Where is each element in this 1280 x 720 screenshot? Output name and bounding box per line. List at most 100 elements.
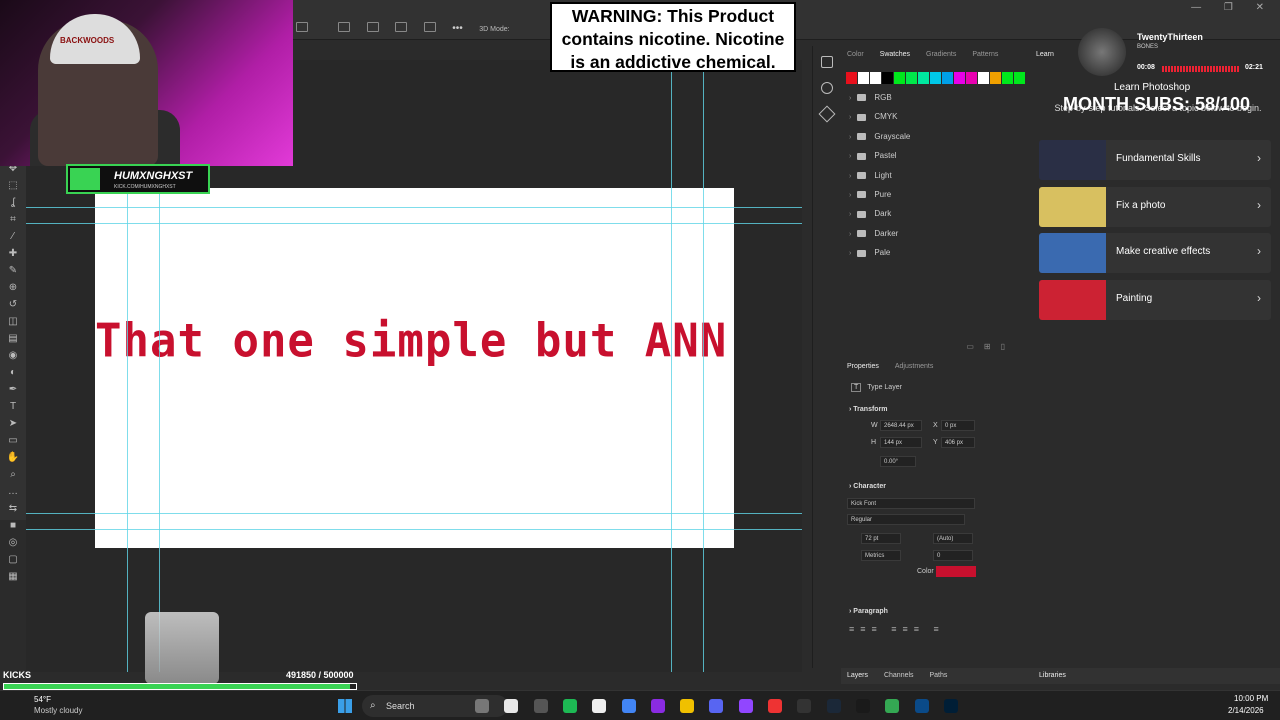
quick-mask-icon[interactable]: ◎ <box>0 534 26 551</box>
hand-tool-icon[interactable]: ✋ <box>0 449 26 466</box>
guide-vertical[interactable] <box>127 188 128 672</box>
tab-paths[interactable]: Paths <box>930 672 948 679</box>
chrome-icon[interactable] <box>885 699 900 713</box>
leading-field[interactable]: (Auto) <box>933 533 973 544</box>
swatch[interactable] <box>966 72 977 84</box>
swatch[interactable] <box>870 72 881 84</box>
chevron-right-icon[interactable]: › <box>849 211 851 218</box>
transform-heading[interactable]: › Transform <box>849 406 888 413</box>
gradient-tool-icon[interactable]: ▤ <box>0 330 26 347</box>
start-icon[interactable] <box>338 699 352 713</box>
app-icon[interactable] <box>914 699 929 713</box>
marquee-tool-icon[interactable]: ⬚ <box>0 177 26 194</box>
tab-color[interactable]: Color <box>847 51 864 58</box>
guide-horizontal[interactable] <box>26 513 802 514</box>
guide-vertical[interactable] <box>703 60 704 672</box>
guide-horizontal[interactable] <box>26 223 802 224</box>
file-explorer-icon[interactable] <box>680 699 695 713</box>
crop-tool-icon[interactable]: ⌗ <box>0 211 26 228</box>
paragraph-align-icons[interactable]: ≡≡≡ ≡≡≡ ≡ <box>849 624 945 634</box>
align-center-icon[interactable] <box>338 21 351 32</box>
path-select-tool-icon[interactable]: ➤ <box>0 415 26 432</box>
swatch-folder[interactable]: › Pure <box>841 185 1029 204</box>
paragraph-heading[interactable]: › Paragraph <box>849 608 888 615</box>
swatch[interactable] <box>894 72 905 84</box>
swatch[interactable] <box>990 72 1001 84</box>
weather-temp[interactable]: 54°F <box>34 695 51 704</box>
guide-vertical[interactable] <box>159 188 160 672</box>
swatch-folder[interactable]: › Pastel <box>841 146 1029 165</box>
swatch[interactable] <box>858 72 869 84</box>
font-family-select[interactable]: Kick Font <box>847 498 975 509</box>
tab-learn[interactable]: Learn <box>1036 51 1054 58</box>
swatch-folder[interactable]: › Darker <box>841 224 1029 243</box>
swatch[interactable] <box>882 72 893 84</box>
screen-mode-icon[interactable]: ▢ <box>0 551 26 568</box>
blur-tool-icon[interactable]: ◉ <box>0 347 26 364</box>
width-field[interactable]: 2648.44 px <box>880 420 922 431</box>
font-style-select[interactable]: Regular <box>847 514 965 525</box>
swatch-folder[interactable]: › Grayscale <box>841 127 1029 146</box>
history-icon[interactable] <box>821 56 833 68</box>
brush-tool-icon[interactable]: ✎ <box>0 262 26 279</box>
guide-horizontal[interactable] <box>26 529 802 530</box>
tab-adjustments[interactable]: Adjustments <box>895 363 934 370</box>
chevron-right-icon[interactable]: › <box>849 95 851 102</box>
task-view-icon[interactable] <box>533 699 548 713</box>
tab-channels[interactable]: Channels <box>884 672 914 679</box>
steam-icon[interactable] <box>826 699 841 713</box>
spotify-icon[interactable] <box>562 699 577 713</box>
swatch-folder[interactable]: › Pale <box>841 243 1029 262</box>
swatch[interactable] <box>918 72 929 84</box>
tab-patterns[interactable]: Patterns <box>972 51 998 58</box>
foreground-color-icon[interactable]: ■ <box>0 517 26 534</box>
tab-properties[interactable]: Properties <box>847 363 879 370</box>
guide-horizontal[interactable] <box>26 207 802 208</box>
lasso-tool-icon[interactable]: ʆ <box>0 194 26 211</box>
itunes-icon[interactable] <box>592 699 607 713</box>
shape-tool-icon[interactable]: ▭ <box>0 432 26 449</box>
new-group-icon[interactable]: ▭ <box>966 342 984 351</box>
kerning-field[interactable]: Metrics <box>861 550 901 561</box>
text-color-swatch[interactable] <box>936 566 976 577</box>
dodge-tool-icon[interactable]: ◐ <box>0 364 26 381</box>
chevron-right-icon[interactable]: › <box>849 114 851 121</box>
chrome-icon[interactable] <box>621 699 636 713</box>
discord-icon[interactable] <box>709 699 724 713</box>
pen-tool-icon[interactable]: ✒ <box>0 381 26 398</box>
font-size-field[interactable]: 72 pt <box>861 533 901 544</box>
chevron-right-icon[interactable]: › <box>849 231 851 238</box>
swatch[interactable] <box>942 72 953 84</box>
align-left-icon[interactable] <box>296 21 308 32</box>
angle-field[interactable]: 0.00° <box>880 456 916 467</box>
stamp-tool-icon[interactable]: ⊕ <box>0 279 26 296</box>
app-icon[interactable] <box>504 699 519 713</box>
app-icon[interactable] <box>650 699 665 713</box>
swatch[interactable] <box>1002 72 1013 84</box>
swatch-folder[interactable]: › Light <box>841 166 1029 185</box>
swatch[interactable] <box>954 72 965 84</box>
x-field[interactable]: 0 px <box>941 420 975 431</box>
swatch-folder[interactable]: › CMYK <box>841 107 1029 126</box>
app-icon[interactable] <box>768 699 782 713</box>
terminal-icon[interactable] <box>855 699 870 713</box>
swatch[interactable] <box>978 72 989 84</box>
distribute-v-icon[interactable] <box>423 21 436 32</box>
swatch[interactable] <box>846 72 857 84</box>
chevron-right-icon[interactable]: › <box>849 192 851 199</box>
height-field[interactable]: 144 px <box>880 437 922 448</box>
guide-vertical[interactable] <box>671 60 672 672</box>
learn-card[interactable]: Painting › <box>1039 280 1271 321</box>
window-controls[interactable]: — ❐ ✕ <box>1191 2 1274 13</box>
learn-card[interactable]: Fix a photo › <box>1039 186 1271 227</box>
photoshop-icon[interactable] <box>943 699 958 713</box>
swatch-folder[interactable]: › Dark <box>841 204 1029 223</box>
frame-tool-icon[interactable]: ▦ <box>0 568 26 585</box>
learn-card[interactable]: Make creative effects › <box>1039 233 1271 274</box>
eraser-tool-icon[interactable]: ◫ <box>0 313 26 330</box>
tab-layers[interactable]: Layers <box>847 672 868 679</box>
chevron-right-icon[interactable]: › <box>849 153 851 160</box>
new-swatch-icon[interactable]: ⊞ <box>984 342 1001 351</box>
info-icon[interactable] <box>821 82 833 94</box>
type-tool-icon[interactable]: T <box>0 398 26 415</box>
